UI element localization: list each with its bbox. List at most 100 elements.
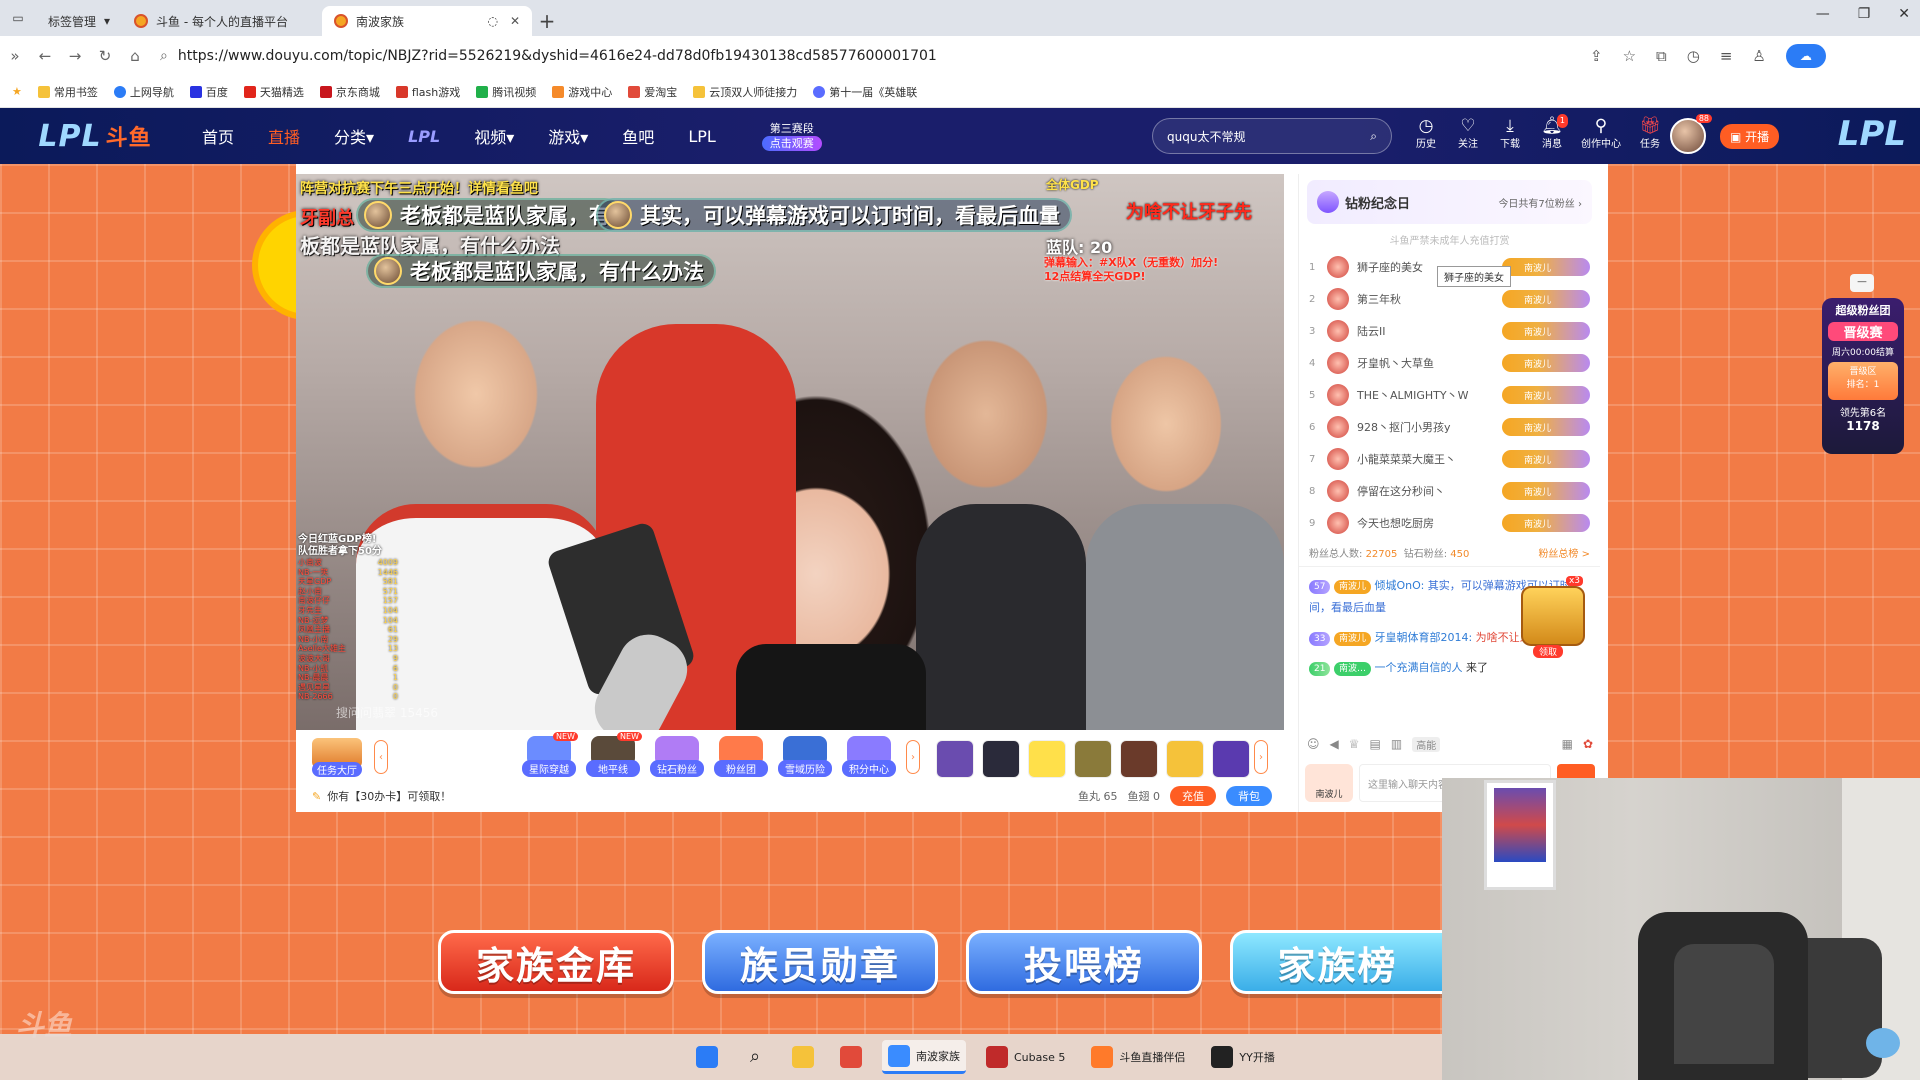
member-medal-button[interactable]: 族员勋章: [702, 930, 938, 994]
activity-item[interactable]: 粉丝团: [714, 736, 768, 777]
url-field[interactable]: ⌕ https://www.douyu.com/topic/NBJZ?rid=5…: [160, 41, 1580, 71]
super-fan-widget[interactable]: 超级粉丝团 晋级赛 周六00:00结算 晋级区 排名：1 领先第6名 1178: [1822, 298, 1904, 454]
header-creator[interactable]: ⚲ 创作中心: [1580, 114, 1622, 152]
bookmark-item[interactable]: 京东商城: [319, 84, 380, 100]
minimize-icon[interactable]: —: [1816, 6, 1830, 22]
fan-row[interactable]: 8 停留在这分秒间丶 南波儿: [1299, 475, 1600, 507]
collapse-button[interactable]: −: [1850, 274, 1874, 292]
fan-row[interactable]: 6 928丶抠门小男孩y 南波儿: [1299, 411, 1600, 443]
bookmark-item[interactable]: 爱淘宝: [628, 84, 677, 100]
chat-username[interactable]: 一个充满自信的人: [1374, 661, 1462, 674]
family-rank-button[interactable]: 家族榜: [1230, 930, 1442, 994]
nav-games[interactable]: 游戏▾: [548, 124, 588, 148]
activity-item[interactable]: 钻石粉丝: [650, 736, 704, 777]
badge-icon[interactable]: ▥: [1391, 737, 1402, 751]
site-search-input[interactable]: ququ太不常规 ⌕: [1152, 118, 1392, 154]
extensions-icon[interactable]: ⧉: [1656, 47, 1667, 65]
settings-icon[interactable]: ▦: [1562, 737, 1573, 751]
home-icon[interactable]: ⌂: [120, 47, 150, 65]
taskbar-item[interactable]: ⌕: [738, 1040, 772, 1074]
activity-item[interactable]: 地平线 NEW: [586, 732, 642, 777]
megaphone-icon[interactable]: ◀: [1330, 737, 1339, 751]
fan-row[interactable]: 3 陆云II 南波儿: [1299, 315, 1600, 347]
gift-item[interactable]: [1212, 740, 1250, 778]
bookmark-item[interactable]: 游戏中心: [552, 84, 612, 100]
header-follow[interactable]: ♡ 关注: [1454, 114, 1482, 152]
header-history[interactable]: ◷ 历史: [1412, 114, 1440, 152]
browser-tab-active[interactable]: 南波家族 ◌ ✕: [322, 6, 533, 36]
header-download[interactable]: ⤓ 下载: [1496, 114, 1524, 152]
fan-row[interactable]: 4 牙皇帆丶大草鱼 南波儿: [1299, 347, 1600, 379]
activity-item[interactable]: 雪域历险: [778, 736, 832, 777]
close-icon[interactable]: ✕: [510, 14, 520, 28]
scroll-right-button[interactable]: ›: [906, 740, 920, 774]
gift-fire-icon[interactable]: ✿: [1583, 737, 1593, 751]
restore-icon[interactable]: ❐: [1858, 6, 1871, 22]
gift-item[interactable]: [936, 740, 974, 778]
fan-row[interactable]: 9 今天也想吃厨房 南波儿: [1299, 507, 1600, 539]
taskbar-item[interactable]: [786, 1040, 820, 1074]
avatar[interactable]: 88: [1670, 114, 1712, 154]
bookmark-item[interactable]: 百度: [189, 84, 228, 100]
fan-today-count[interactable]: 今日共有7位粉丝 ›: [1498, 195, 1582, 210]
scroll-left-button[interactable]: ‹: [374, 740, 388, 774]
fan-card-icon[interactable]: ▤: [1370, 737, 1381, 751]
bookmark-item[interactable]: 常用书签: [37, 84, 98, 100]
site-logo[interactable]: LPL 斗鱼: [0, 108, 190, 164]
menu-icon[interactable]: ≡: [1720, 47, 1733, 65]
crown-icon[interactable]: ♕: [1349, 737, 1360, 751]
nav-home[interactable]: 首页: [202, 124, 234, 148]
fan-tag-selector[interactable]: 南波儿: [1305, 764, 1353, 802]
fan-rank-link[interactable]: 粉丝总榜 >: [1538, 545, 1590, 560]
family-vault-button[interactable]: 家族金库: [438, 930, 674, 994]
taskbar-item[interactable]: Cubase 5: [980, 1040, 1071, 1074]
reload-icon[interactable]: ↻: [90, 47, 120, 65]
fan-row[interactable]: 2 第三年秋 南波儿: [1299, 283, 1600, 315]
forward-icon[interactable]: →: [60, 47, 90, 65]
nav-video[interactable]: 视频▾: [474, 124, 514, 148]
tab-group-icon[interactable]: ▭: [0, 0, 36, 36]
toolbar-notice[interactable]: ✎ 你有【30办卡】可领取！: [312, 788, 451, 804]
bookmark-item[interactable]: 第十一届《英雄联: [813, 84, 917, 100]
fan-row[interactable]: 7 小龍菜菜菜大魔王丶 南波儿: [1299, 443, 1600, 475]
nav-lpl[interactable]: LPL: [688, 127, 715, 146]
sidebar-toggle-icon[interactable]: »: [0, 47, 30, 65]
bookmark-item[interactable]: 上网导航: [113, 84, 174, 100]
treasure-chest-button[interactable]: x3 领取: [1521, 576, 1585, 658]
gift-item[interactable]: [1166, 740, 1204, 778]
search-icon[interactable]: ⌕: [1370, 129, 1377, 144]
nav-category[interactable]: 分类▾: [334, 124, 374, 148]
fan-row[interactable]: 5 THE丶ALMIGHTY丶W 南波儿: [1299, 379, 1600, 411]
close-window-icon[interactable]: ✕: [1898, 6, 1910, 22]
bookmark-item[interactable]: 云顶双人师徒接力: [693, 84, 797, 100]
star-icon[interactable]: ☆: [1623, 47, 1636, 65]
tab-group-manager[interactable]: 标签管理 ▾: [36, 6, 122, 36]
feed-rank-button[interactable]: 投喂榜: [966, 930, 1202, 994]
gift-scroll-button[interactable]: ›: [1254, 740, 1268, 774]
taskbar-item[interactable]: [834, 1040, 868, 1074]
taskbar-item[interactable]: 斗鱼直播伴侣: [1085, 1040, 1191, 1074]
bookmark-item[interactable]: 腾讯视频: [476, 84, 536, 100]
activity-item[interactable]: 星际穿越 NEW: [522, 732, 578, 777]
taskbar-item[interactable]: 南波家族: [882, 1040, 966, 1074]
stage-watch-button[interactable]: 第三赛段 点击观赛: [761, 121, 822, 151]
history-icon[interactable]: ◷: [1687, 47, 1700, 65]
chat-username[interactable]: 倾城OnO:: [1374, 579, 1424, 592]
gift-item[interactable]: [1120, 740, 1158, 778]
header-messages[interactable]: 🔔︎ 消息 1: [1538, 114, 1568, 152]
gift-item[interactable]: [1074, 740, 1112, 778]
emoji-icon[interactable]: ☺: [1307, 737, 1320, 751]
chat-username[interactable]: 牙皇朝体育部2014:: [1374, 631, 1472, 644]
browser-tab-douyu-home[interactable]: 斗鱼 - 每个人的直播平台: [122, 6, 322, 36]
high-energy-button[interactable]: 高能: [1412, 736, 1441, 752]
header-tasks[interactable]: 🎁︎ 任务: [1636, 114, 1664, 152]
charge-button[interactable]: 充值: [1170, 786, 1216, 806]
live-video-player[interactable]: 阵营对抗赛下午三点开始！详情看鱼吧 牙副总 板都是蓝队家属，有什么办法 老板都是…: [296, 174, 1284, 730]
activity-item[interactable]: 积分中心: [842, 736, 896, 777]
nav-yuba[interactable]: 鱼吧: [622, 124, 654, 148]
task-hall-button[interactable]: 任务大厅: [312, 738, 362, 780]
new-tab-button[interactable]: +: [532, 6, 562, 36]
profile-icon[interactable]: ♙: [1752, 47, 1765, 65]
back-icon[interactable]: ←: [30, 47, 60, 65]
bookmark-item[interactable]: flash游戏: [395, 84, 460, 100]
